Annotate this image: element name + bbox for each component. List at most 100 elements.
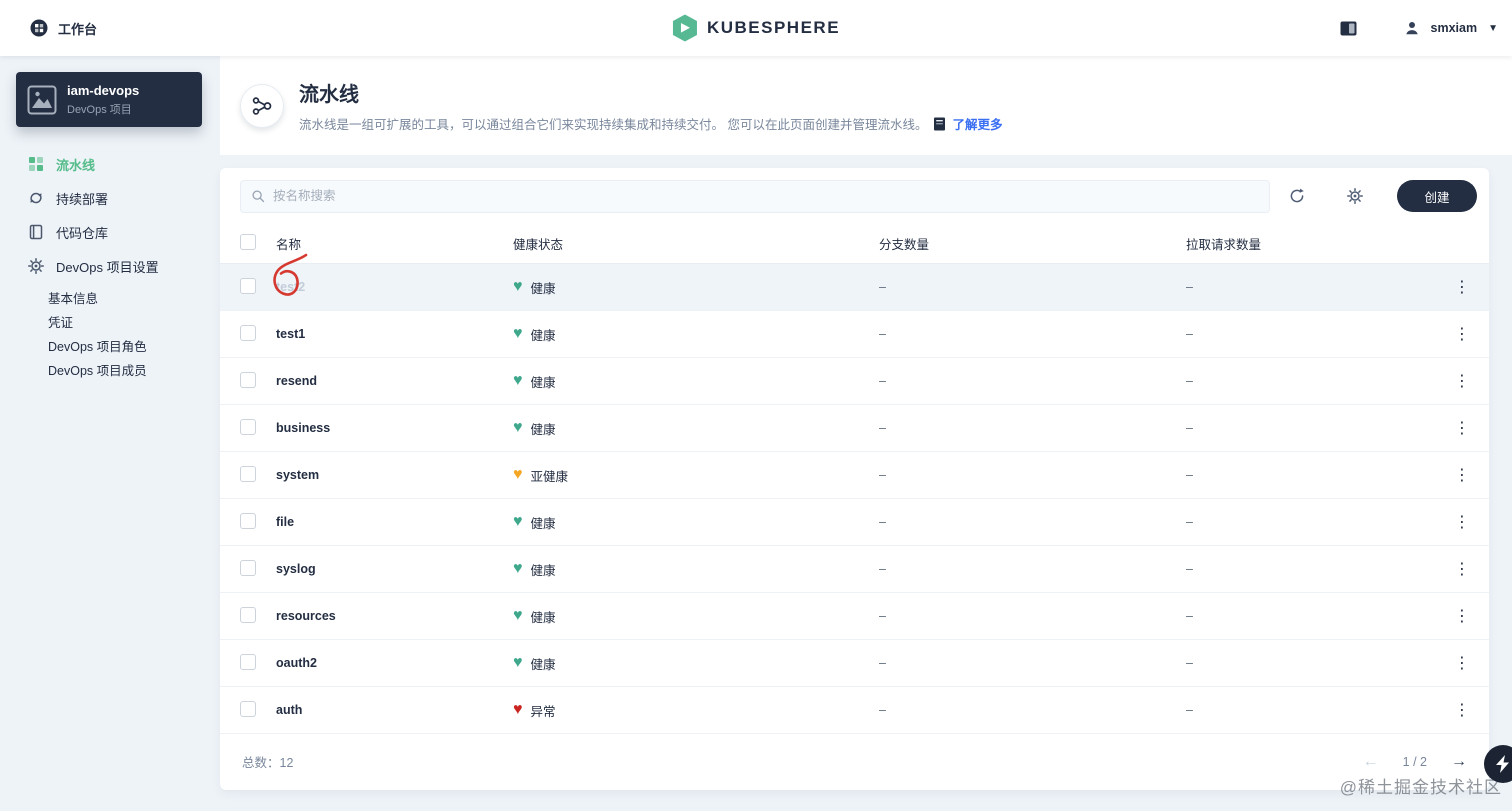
row-checkbox[interactable] (240, 653, 256, 670)
pr-count: – (1186, 515, 1193, 529)
branch-count: – (879, 468, 886, 482)
health-label: 异常 (530, 704, 556, 719)
select-all-checkbox[interactable] (240, 234, 256, 250)
user-icon (1404, 20, 1420, 36)
table-row[interactable]: test2 健康 – – ⋮ (220, 264, 1489, 311)
health-label: 健康 (530, 610, 556, 625)
pipeline-name-link[interactable]: file (276, 515, 513, 529)
lightning-icon (1496, 755, 1509, 773)
username[interactable]: smxiam (1431, 21, 1478, 35)
sidebar-item-repos[interactable]: 代码仓库 (0, 215, 220, 249)
sidebar-subitem-basic-info[interactable]: 基本信息 (48, 285, 220, 309)
workbench-button[interactable]: 工作台 (30, 19, 97, 38)
sidebar-item-settings[interactable]: DevOps 项目设置 (0, 249, 220, 283)
pipeline-name-link[interactable]: test2 (276, 280, 513, 294)
docs-icon (933, 117, 946, 131)
table-row[interactable]: oauth2 健康 – – ⋮ (220, 640, 1489, 687)
pipeline-name-link[interactable]: resources (276, 609, 513, 623)
pipeline-name-link[interactable]: auth (276, 703, 513, 717)
pr-count: – (1186, 468, 1193, 482)
branch-count: – (879, 656, 886, 670)
pipeline-name-link[interactable]: business (276, 421, 513, 435)
page-header: 流水线 流水线是一组可扩展的工具，可以通过组合它们来实现持续集成和持续交付。 您… (220, 56, 1512, 155)
gear-icon (28, 258, 44, 274)
health-heart-icon (513, 420, 523, 436)
health-label: 健康 (530, 516, 556, 531)
row-checkbox[interactable] (240, 465, 256, 482)
table-row[interactable]: test1 健康 – – ⋮ (220, 311, 1489, 358)
row-menu-button[interactable]: ⋮ (1447, 653, 1477, 673)
topbar-right: smxiam ▼ (1340, 20, 1498, 36)
pipelines-icon (28, 156, 44, 172)
sidebar-subitem-project-members[interactable]: DevOps 项目成员 (48, 357, 220, 381)
health-label: 健康 (530, 657, 556, 672)
workbench-label: 工作台 (58, 21, 98, 37)
table-row[interactable]: syslog 健康 – – ⋮ (220, 546, 1489, 593)
row-menu-button[interactable]: ⋮ (1447, 324, 1477, 344)
row-checkbox[interactable] (240, 324, 256, 341)
create-button[interactable]: 创建 (1397, 180, 1477, 212)
sidebar-item-label: DevOps 项目设置 (56, 259, 159, 275)
refresh-button[interactable] (1281, 180, 1313, 212)
pipeline-badge-icon (240, 83, 284, 128)
table-row[interactable]: file 健康 – – ⋮ (220, 499, 1489, 546)
row-menu-button[interactable]: ⋮ (1447, 418, 1477, 438)
sidebar-item-cd[interactable]: 持续部署 (0, 181, 220, 215)
health-heart-icon (513, 279, 523, 295)
pr-count: – (1186, 374, 1193, 388)
sidebar-subitem-project-roles[interactable]: DevOps 项目角色 (48, 333, 220, 357)
branch-count: – (879, 703, 886, 717)
sidebar-item-label: 持续部署 (56, 191, 109, 207)
col-branches: 分支数量 (879, 238, 930, 252)
row-checkbox[interactable] (240, 512, 256, 529)
table-row[interactable]: resources 健康 – – ⋮ (220, 593, 1489, 640)
row-checkbox[interactable] (240, 371, 256, 388)
pr-count: – (1186, 703, 1193, 717)
row-checkbox[interactable] (240, 277, 256, 294)
search-box[interactable] (240, 179, 1270, 213)
row-checkbox[interactable] (240, 606, 256, 623)
learn-more-link[interactable]: 了解更多 (952, 114, 1002, 133)
total-value: 12 (279, 756, 294, 770)
row-menu-button[interactable]: ⋮ (1447, 606, 1477, 626)
layout-toggle-icon[interactable] (1340, 21, 1357, 36)
row-menu-button[interactable]: ⋮ (1447, 277, 1477, 297)
brand-name: KUBESPHERE (706, 18, 841, 37)
health-heart-icon (513, 467, 523, 483)
pipeline-name-link[interactable]: system (276, 468, 513, 482)
row-menu-button[interactable]: ⋮ (1447, 700, 1477, 720)
row-menu-button[interactable]: ⋮ (1447, 465, 1477, 485)
row-menu-button[interactable]: ⋮ (1447, 512, 1477, 532)
project-card[interactable]: iam-devops DevOps 项目 (16, 72, 202, 127)
row-menu-button[interactable]: ⋮ (1447, 559, 1477, 579)
pr-count: – (1186, 609, 1193, 623)
branch-count: – (879, 609, 886, 623)
brand-logo: KUBESPHERE (672, 14, 840, 42)
table-row[interactable]: auth 异常 – – ⋮ (220, 687, 1489, 734)
prev-page-button[interactable]: ← (1363, 753, 1379, 770)
sidebar-subitem-credentials[interactable]: 凭证 (48, 309, 220, 333)
project-type: DevOps 项目 (67, 103, 132, 116)
health-label: 健康 (530, 422, 556, 437)
table-row[interactable]: system 亚健康 – – ⋮ (220, 452, 1489, 499)
branch-count: – (879, 562, 886, 576)
table-row[interactable]: business 健康 – – ⋮ (220, 405, 1489, 452)
row-checkbox[interactable] (240, 559, 256, 576)
row-checkbox[interactable] (240, 418, 256, 435)
pipeline-name-link[interactable]: syslog (276, 562, 513, 576)
table-row[interactable]: resend 健康 – – ⋮ (220, 358, 1489, 405)
next-page-button[interactable]: → (1451, 753, 1467, 770)
pipeline-name-link[interactable]: test1 (276, 327, 513, 341)
health-heart-icon (513, 702, 523, 718)
row-checkbox[interactable] (240, 700, 256, 717)
pipeline-name-link[interactable]: oauth2 (276, 656, 513, 670)
table-footer: 总数：12 ← 1 / 2 → (220, 734, 1489, 789)
chevron-down-icon[interactable]: ▼ (1488, 23, 1498, 34)
project-avatar-icon (27, 85, 57, 115)
pipeline-name-link[interactable]: resend (276, 374, 513, 388)
search-input[interactable] (273, 189, 1259, 203)
row-menu-button[interactable]: ⋮ (1447, 371, 1477, 391)
health-heart-icon (513, 514, 523, 530)
settings-icon[interactable] (1339, 180, 1371, 212)
sidebar-item-pipelines[interactable]: 流水线 (0, 147, 220, 181)
